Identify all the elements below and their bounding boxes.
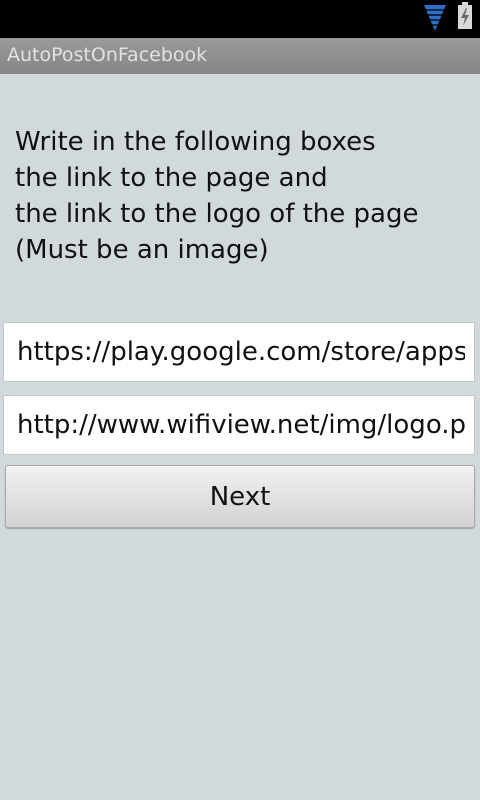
instruction-line: Write in the following boxes <box>15 127 376 157</box>
instruction-line: the link to the page and <box>15 163 328 193</box>
battery-icon <box>458 2 472 29</box>
signal-icon <box>424 5 446 31</box>
page-link-input[interactable] <box>4 323 465 381</box>
title-bar: AutoPostOnFacebook <box>0 38 480 74</box>
logo-link-input[interactable] <box>4 396 465 454</box>
instruction-line: the link to the logo of the page <box>15 199 419 229</box>
instruction-line: (Must be an image) <box>15 235 269 265</box>
status-bar <box>0 0 480 38</box>
app-title: AutoPostOnFacebook <box>7 44 208 66</box>
logo-link-field <box>3 395 475 455</box>
next-button[interactable]: Next <box>5 465 475 528</box>
page-link-field <box>3 322 475 382</box>
instructions-text: Write in the following boxes the link to… <box>15 124 475 268</box>
